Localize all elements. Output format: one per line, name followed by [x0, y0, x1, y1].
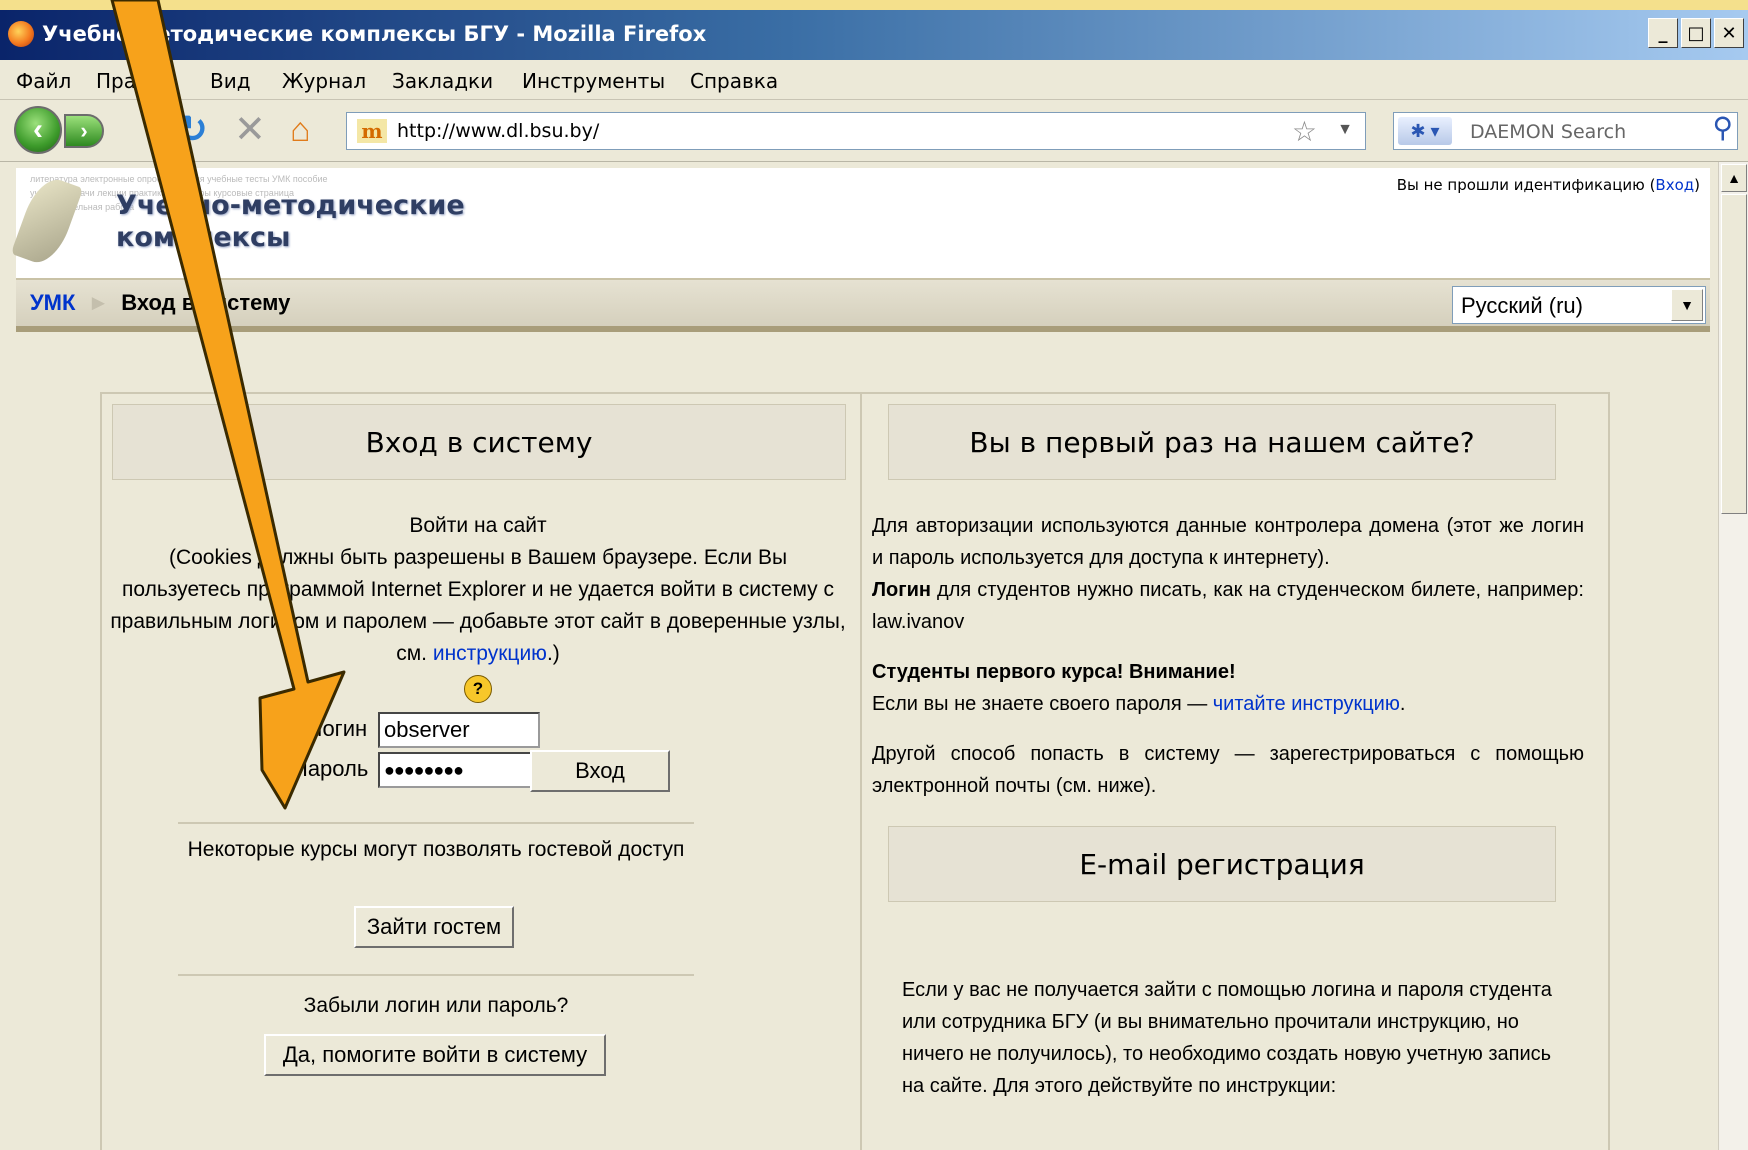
login-status-text: Вы не прошли идентификацию ( — [1396, 176, 1656, 194]
search-magnifier-icon[interactable]: ⚲ — [1712, 111, 1733, 144]
login-link[interactable]: Вход — [1655, 176, 1694, 194]
separator-2 — [178, 974, 694, 976]
email-registration-heading: E-mail регистрация — [888, 826, 1556, 902]
menu-file[interactable]: Файл — [16, 69, 71, 93]
firefox-icon — [8, 21, 34, 47]
help-icon[interactable]: ? — [464, 675, 492, 703]
menu-bar: Файл Правка Вид Журнал Закладки Инструме… — [0, 60, 1748, 100]
first-year-text: Если вы не знаете своего пароля — — [872, 693, 1213, 715]
url-dropdown-icon[interactable]: ▼ — [1337, 121, 1353, 139]
language-value: Русский (ru) — [1461, 293, 1583, 318]
forgot-password-text: Забыли логин или пароль? — [303, 994, 569, 1017]
login-submit-button[interactable]: Вход — [530, 750, 670, 792]
page-content: литература электронные опросы задания уч… — [0, 162, 1718, 1150]
menu-tools[interactable]: Инструменты — [522, 69, 665, 93]
navigation-toolbar: ‹ › ↻ ✕ ⌂ m http://www.dl.bsu.by/ ☆ ▼ ✱ … — [0, 100, 1748, 162]
first-time-p1: Для авторизации используются данные конт… — [872, 515, 1584, 569]
menu-history[interactable]: Журнал — [282, 69, 366, 93]
reload-icon[interactable]: ↻ — [176, 110, 208, 150]
login-status-end: ) — [1694, 176, 1700, 194]
login-status: Вы не прошли идентификацию (Вход) — [1397, 176, 1700, 194]
logo-line-2: комплексы — [116, 222, 291, 253]
window-title: Учебно-методические комплексы БГУ - Mozi… — [42, 22, 707, 46]
login-intro: Войти на сайт (Cookies должны быть разре… — [108, 510, 848, 704]
first-year-end: . — [1399, 693, 1406, 715]
scroll-thumb[interactable] — [1721, 194, 1747, 514]
login-label: Логин — [308, 716, 368, 741]
scroll-up-icon[interactable]: ▲ — [1721, 164, 1747, 192]
forward-button[interactable]: › — [64, 114, 104, 148]
login-heading: Вход в систему — [112, 404, 846, 480]
menu-view[interactable]: Вид — [210, 69, 251, 93]
login-box: Вход в систему Войти на сайт (Cookies до… — [100, 392, 1610, 1150]
guest-access-text: Некоторые курсы могут позволять гостевой… — [187, 838, 685, 861]
search-bar[interactable]: ✱ ▾ DAEMON Search ⚲ — [1393, 112, 1738, 150]
back-button[interactable]: ‹ — [14, 106, 62, 154]
breadcrumb-separator-icon: ► — [87, 290, 110, 315]
password-input[interactable]: ●●●●●●●● — [378, 752, 540, 788]
first-time-text: Для авторизации используются данные конт… — [872, 510, 1584, 802]
home-icon[interactable]: ⌂ — [290, 110, 311, 150]
email-registration-text: Если у вас не получается зайти с помощью… — [902, 979, 1552, 1097]
login-hint-text: для студентов нужно писать, как на студе… — [872, 579, 1584, 633]
site-header: литература электронные опросы задания уч… — [10, 168, 1710, 280]
search-engine-icon[interactable]: ✱ ▾ — [1398, 117, 1452, 145]
address-bar[interactable]: m http://www.dl.bsu.by/ ☆ ▼ — [346, 112, 1366, 150]
menu-bookmarks[interactable]: Закладки — [392, 69, 493, 93]
login-hint-bold: Логин — [872, 579, 931, 601]
url-text[interactable]: http://www.dl.bsu.by/ — [397, 120, 599, 142]
bookmark-star-icon[interactable]: ☆ — [1292, 115, 1317, 148]
title-bar: Учебно-методические комплексы БГУ - Mozi… — [0, 10, 1748, 60]
vertical-scrollbar[interactable]: ▲ — [1718, 162, 1748, 1150]
navigation-strip: УМК ► Вход в систему Русский (ru) ▼ — [16, 280, 1710, 332]
breadcrumb-current: Вход в систему — [121, 290, 291, 315]
panel-divider — [860, 394, 862, 1150]
forgot-password-button[interactable]: Да, помогите войти в систему — [264, 1034, 606, 1076]
login-intro-title: Войти на сайт — [409, 514, 547, 537]
first-time-heading: Вы в первый раз на нашем сайте? — [888, 404, 1556, 480]
menu-edit[interactable]: Правка — [96, 69, 172, 93]
breadcrumb-home[interactable]: УМК — [30, 290, 75, 315]
language-select[interactable]: Русский (ru) ▼ — [1452, 286, 1706, 324]
close-button[interactable]: ✕ — [1714, 18, 1744, 48]
login-input[interactable]: observer — [378, 712, 540, 748]
separator-1 — [178, 822, 694, 824]
stop-icon[interactable]: ✕ — [234, 110, 266, 150]
guest-login-button[interactable]: Зайти гостем — [354, 906, 514, 948]
first-year-warning: Студенты первого курса! Внимание! — [872, 661, 1236, 683]
breadcrumb: УМК ► Вход в систему — [30, 290, 290, 316]
menu-help[interactable]: Справка — [690, 69, 778, 93]
login-intro-end: .) — [546, 642, 560, 665]
password-label: Пароль — [292, 756, 369, 781]
chevron-down-icon[interactable]: ▼ — [1671, 289, 1703, 321]
minimize-button[interactable]: _ — [1648, 18, 1678, 48]
maximize-button[interactable]: □ — [1681, 18, 1711, 48]
site-favicon-icon: m — [357, 119, 387, 143]
logo-line-1: Учебно-методические — [116, 190, 465, 221]
read-instruction-link[interactable]: читайте инструкцию — [1213, 693, 1400, 715]
browser-window: Учебно-методические комплексы БГУ - Mozi… — [0, 10, 1748, 1150]
site-logo[interactable]: Учебно-методические комплексы — [116, 190, 465, 254]
other-way-text: Другой способ попасть в систему — зареге… — [872, 743, 1584, 797]
search-input[interactable]: DAEMON Search — [1470, 121, 1626, 143]
instruction-link[interactable]: инструкцию — [433, 642, 547, 665]
